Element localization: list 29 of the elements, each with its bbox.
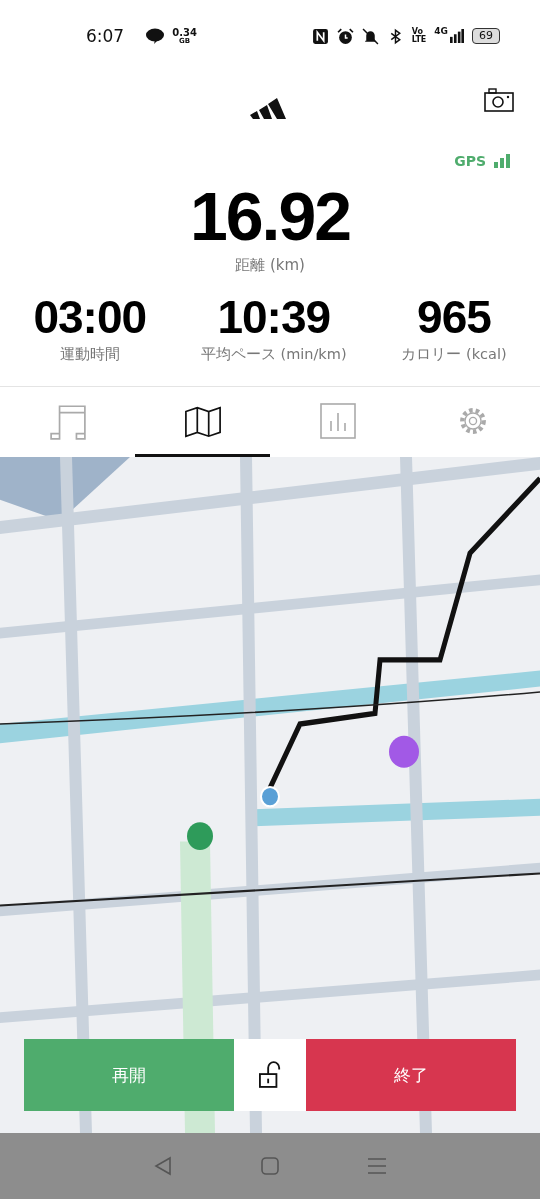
open-padlock-icon	[259, 1061, 281, 1089]
bar-chart-icon	[319, 402, 356, 439]
home-icon[interactable]	[260, 1156, 280, 1176]
stat-value: 03:00	[33, 291, 147, 343]
stat-label: 運動時間	[59, 345, 120, 364]
stat-value: 10:39	[217, 291, 331, 343]
lock-button[interactable]	[234, 1039, 306, 1111]
stat-label: カロリー (kcal)	[401, 345, 507, 364]
signal-icon	[450, 28, 464, 44]
distance-label: 距離 (km)	[235, 256, 305, 275]
network-type: 4G	[434, 26, 448, 36]
finish-button[interactable]: 終了	[306, 1039, 516, 1111]
gps-label: GPS	[454, 153, 486, 169]
camera-button[interactable]	[484, 88, 514, 112]
gps-signal-icon	[494, 154, 510, 168]
alarm-icon	[336, 27, 354, 45]
chat-bubble-icon	[146, 28, 165, 44]
back-icon[interactable]	[153, 1156, 174, 1176]
battery-level: 69	[472, 28, 500, 44]
nfc-icon	[311, 27, 329, 45]
camera-icon	[484, 88, 514, 112]
stat-value: 965	[417, 291, 491, 343]
stat-label: 平均ペース (min/km)	[200, 345, 347, 364]
volte-indicator: Vo LTE	[411, 28, 427, 44]
resume-button[interactable]: 再開	[24, 1039, 234, 1111]
distance-value: 16.92	[189, 178, 351, 254]
menu-icon[interactable]	[366, 1156, 387, 1176]
status-time: 6:07	[86, 26, 125, 46]
muted-bell-icon	[361, 27, 379, 45]
